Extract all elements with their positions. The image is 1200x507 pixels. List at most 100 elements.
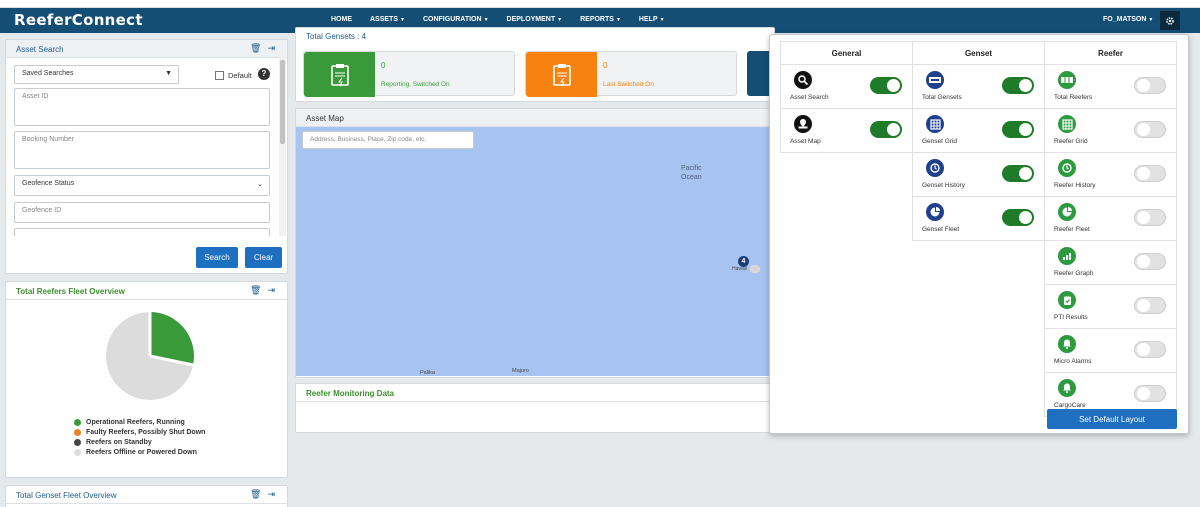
reefer-monitoring-title: Reefer Monitoring Data — [296, 384, 774, 402]
layout-row-label: Reefer Fleet — [1054, 226, 1090, 233]
map-search-input[interactable]: Address, Business, Place, Zip code, etc. — [302, 131, 474, 149]
geofence-id-input[interactable]: Geofence ID — [14, 202, 270, 223]
trash-icon[interactable]: 🗑 — [250, 489, 261, 500]
toggle-knob — [1137, 211, 1150, 224]
place-label-palika: Palika — [420, 370, 435, 376]
layout-row-asset-map: Asset Map — [780, 109, 913, 153]
toggle-switch[interactable] — [1002, 165, 1034, 182]
app-brand[interactable]: ReeferConnect — [14, 11, 143, 29]
booking-number-input[interactable]: Booking Number — [14, 131, 270, 169]
toggle-switch[interactable] — [1134, 209, 1166, 226]
legend-item[interactable]: Reefers on Standby — [74, 439, 205, 446]
nav-item-reports[interactable]: REPORTS ▼ — [571, 16, 630, 23]
genset-reporting-card[interactable]: 0 Reporting, Switched On — [303, 51, 515, 97]
trash-icon[interactable]: 🗑 — [250, 43, 261, 54]
toggle-knob — [1137, 387, 1150, 400]
reefer-monitoring-panel: Reefer Monitoring Data — [295, 383, 775, 433]
toggle-switch[interactable] — [1134, 121, 1166, 138]
nav-menu: HOME ASSETS ▼ CONFIGURATION ▼ DEPLOYMENT ▼ REPO… — [322, 16, 674, 23]
legend-label: Faulty Reefers, Possibly Shut Down — [86, 429, 206, 436]
toggle-switch[interactable] — [1134, 341, 1166, 358]
set-default-layout-button[interactable]: Set Default Layout — [1047, 409, 1177, 429]
default-checkbox[interactable] — [215, 71, 224, 80]
bell-icon — [1058, 335, 1076, 353]
caret-down-icon: ▼ — [400, 17, 405, 23]
layout-row-label: Genset Grid — [922, 138, 958, 145]
legend-dot-icon — [74, 429, 81, 436]
user-menu[interactable]: FO_MATSON ▼ — [1103, 16, 1153, 23]
genset-fleet-title: Total Genset Fleet Overview — [6, 486, 287, 504]
reefer-fleet-pie — [106, 312, 194, 400]
toggle-switch[interactable] — [1134, 253, 1166, 270]
nav-item-home[interactable]: HOME — [322, 16, 361, 23]
trash-icon[interactable]: 🗑 — [250, 285, 261, 296]
saved-searches-select[interactable]: Saved Searches ▼ — [14, 65, 179, 84]
toggle-switch[interactable] — [1134, 385, 1166, 402]
asset-map[interactable]: Address, Business, Place, Zip code, etc.… — [296, 127, 771, 376]
collapse-icon[interactable]: ⇥ — [267, 285, 275, 296]
toggle-knob — [887, 123, 900, 136]
map-icon — [794, 115, 812, 133]
toggle-switch[interactable] — [1002, 121, 1034, 138]
toggle-knob — [1137, 343, 1150, 356]
reefer-fleet-panel: Total Reefers Fleet Overview 🗑 ⇥ Operati… — [5, 281, 288, 478]
toggle-knob — [1137, 123, 1150, 136]
help-icon[interactable]: ? — [258, 68, 270, 80]
layout-row-label: Asset Map — [790, 138, 821, 145]
layout-row-label: Reefer Grid — [1054, 138, 1088, 145]
hawaii-islands — [750, 265, 760, 273]
search-icon — [794, 71, 812, 89]
bell-icon — [1058, 379, 1076, 397]
toggle-knob — [887, 79, 900, 92]
nav-item-label: HOME — [331, 16, 352, 23]
collapse-icon[interactable]: ⇥ — [267, 489, 275, 500]
browser-top-strip — [0, 0, 1200, 8]
last-switched-label: Last Switched On — [603, 81, 654, 88]
toggle-switch[interactable] — [1002, 209, 1034, 226]
toggle-knob — [1019, 79, 1032, 92]
nav-item-assets[interactable]: ASSETS ▼ — [361, 16, 414, 23]
geofence-status-select[interactable]: Geofence Status ⌄ — [14, 175, 270, 196]
layout-row-pti-results: PTI Results — [1044, 285, 1177, 329]
layout-row-label: CargoCare — [1054, 402, 1086, 409]
caret-down-icon: ▼ — [557, 17, 563, 23]
toggle-switch[interactable] — [1134, 297, 1166, 314]
toggle-switch[interactable] — [870, 77, 902, 94]
caret-down-icon: ▼ — [483, 17, 489, 23]
asset-id-input[interactable]: Asset ID — [14, 88, 270, 126]
reefer-fleet-title: Total Reefers Fleet Overview — [6, 282, 287, 300]
toggle-knob — [1137, 299, 1150, 312]
nav-item-deployment[interactable]: DEPLOYMENT ▼ — [498, 16, 572, 23]
genset-fleet-panel: Total Genset Fleet Overview 🗑 ⇥ — [5, 485, 288, 507]
layout-row-genset-grid: Genset Grid — [912, 109, 1045, 153]
toggle-switch[interactable] — [1134, 77, 1166, 94]
clipboard-icon — [304, 52, 375, 97]
search-button[interactable]: Search — [196, 247, 238, 268]
nav-item-configuration[interactable]: CONFIGURATION ▼ — [414, 16, 498, 23]
caret-down-icon: ▼ — [615, 17, 621, 23]
toggle-knob — [1019, 123, 1032, 136]
layout-row-total-reefers: Total Reefers — [1044, 65, 1177, 109]
clipboard-icon — [526, 52, 597, 97]
graph-icon — [1058, 247, 1076, 265]
nav-item-help[interactable]: HELP ▼ — [630, 16, 674, 23]
reefer-icon — [1058, 71, 1076, 89]
chevron-down-icon: ⌄ — [257, 181, 263, 188]
history-icon — [1058, 159, 1076, 177]
toggle-switch[interactable] — [1002, 77, 1034, 94]
chevron-down-icon: ▼ — [165, 70, 172, 77]
scrollbar-thumb[interactable] — [280, 60, 285, 144]
toggle-switch[interactable] — [870, 121, 902, 138]
collapse-icon[interactable]: ⇥ — [267, 43, 275, 54]
genset-last-switched-card[interactable]: 0 Last Switched On — [525, 51, 737, 97]
legend-item[interactable]: Reefers Offline or Powered Down — [74, 449, 205, 456]
layout-row-label: Genset History — [922, 182, 965, 189]
toggle-switch[interactable] — [1134, 165, 1166, 182]
partial-field[interactable] — [14, 228, 270, 237]
settings-button[interactable] — [1160, 11, 1180, 30]
legend-item[interactable]: Faulty Reefers, Possibly Shut Down — [74, 429, 205, 436]
clear-button[interactable]: Clear — [245, 247, 282, 268]
layout-column-genset: Genset Total Gensets Genset Grid Genset His… — [912, 41, 1045, 241]
total-gensets-title: Total Gensets : 4 — [296, 28, 774, 46]
legend-item[interactable]: Operational Reefers, Running — [74, 419, 205, 426]
